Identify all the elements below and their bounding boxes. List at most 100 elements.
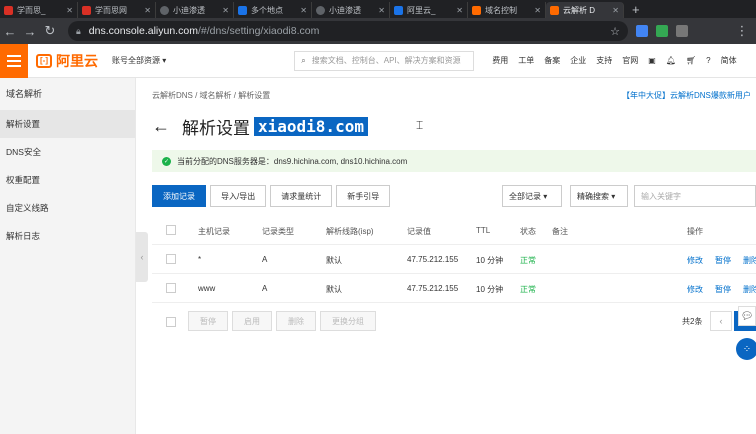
page-title-text: 解析设置	[182, 119, 250, 138]
cell-host: www	[198, 284, 216, 293]
request-stats-button[interactable]: 请求量统计	[270, 185, 333, 207]
edit-link[interactable]: 修改	[687, 255, 703, 266]
extension-icon[interactable]	[676, 25, 688, 37]
breadcrumb: 云解析DNS / 域名解析 / 解析设置	[152, 91, 271, 100]
nav-support[interactable]: 支持	[596, 55, 612, 66]
close-icon[interactable]: ✕	[612, 6, 619, 15]
browser-tab-8[interactable]: 云解析 D ✕	[546, 2, 624, 18]
cart-icon[interactable]: 🛒︎	[686, 56, 696, 65]
tab-label: 学而思网	[95, 5, 127, 15]
back-arrow-icon[interactable]: ←	[152, 116, 170, 137]
edit-link[interactable]: 修改	[687, 284, 703, 295]
tab-label: 云解析 D	[563, 5, 595, 15]
forward-arrow-icon[interactable]: →	[20, 24, 40, 39]
browser-tab-1[interactable]: 学而思_ ✕	[0, 2, 78, 18]
chat-icon[interactable]: 💬︎	[738, 306, 756, 326]
browser-tab-6[interactable]: 阿里云_ ✕	[390, 2, 468, 18]
check-circle-icon: ✓	[162, 156, 171, 166]
nav-official-site[interactable]: 官网	[622, 55, 638, 66]
add-record-button[interactable]: 添加记录	[152, 185, 206, 207]
browser-tab-7[interactable]: 域名控制 ✕	[468, 2, 546, 18]
sidebar-item-dns-settings[interactable]: 解析设置	[0, 110, 135, 138]
sidebar-item-log[interactable]: 解析日志	[0, 222, 135, 250]
search-mode-select[interactable]: 精确搜索 ▾	[570, 185, 628, 207]
tab-label: 小迪渗透	[173, 5, 205, 15]
delete-link[interactable]: 删除	[743, 284, 756, 295]
domain-name: xiaodi8.com	[254, 117, 368, 136]
tab-label: 小迪渗透	[329, 5, 361, 15]
guide-button[interactable]: 新手引导	[336, 185, 391, 207]
prev-page-button[interactable]: ‹	[710, 311, 732, 331]
browser-tab-5[interactable]: 小迪渗透 ✕	[312, 2, 390, 18]
account-resource-dropdown[interactable]: 账号全部资源 ▾	[112, 55, 166, 66]
close-icon[interactable]: ✕	[144, 6, 151, 15]
bulk-enable-button[interactable]: 启用	[232, 311, 272, 331]
chevron-left-icon: ‹	[719, 316, 723, 326]
terminal-icon[interactable]: ▣	[648, 56, 656, 65]
sidebar-collapse-handle[interactable]: ‹	[136, 232, 148, 282]
col-line: 解析线路(isp)	[326, 227, 374, 236]
promo-link[interactable]: 【年中大促】云解析DNS爆款新用户	[622, 90, 751, 101]
language-switch[interactable]: 简体	[721, 55, 737, 66]
close-icon[interactable]: ✕	[378, 6, 385, 15]
chevron-left-icon: ‹	[140, 252, 144, 262]
extension-icon[interactable]	[636, 25, 648, 37]
url-host: dns.console.aliyun.com	[88, 25, 198, 37]
back-arrow-icon[interactable]: ←	[0, 24, 20, 39]
new-tab-button[interactable]: +	[624, 2, 648, 18]
keyword-input[interactable]: 输入关键字	[634, 185, 756, 207]
sidebar-item-dns-security[interactable]: DNS安全	[0, 138, 135, 166]
status-badge: 正常	[520, 285, 536, 294]
tab-favicon-icon	[316, 5, 325, 15]
pause-link[interactable]: 暂停	[715, 255, 731, 266]
menu-kebab-icon[interactable]: ⋮	[732, 23, 752, 39]
url-input[interactable]: 🔒︎ dns.console.aliyun.com/#/dns/setting/…	[68, 21, 628, 41]
nav-ticket[interactable]: 工单	[518, 55, 534, 66]
record-filter-select[interactable]: 全部记录 ▾	[502, 185, 562, 207]
sidebar-item-weight[interactable]: 权重配置	[0, 166, 135, 194]
bulk-delete-button[interactable]: 删除	[276, 311, 316, 331]
bookmark-star-icon[interactable]: ☆	[610, 25, 620, 38]
tab-favicon-icon	[238, 5, 247, 15]
cell-type: A	[262, 255, 268, 264]
nav-enterprise[interactable]: 企业	[570, 55, 586, 66]
close-icon[interactable]: ✕	[456, 6, 463, 15]
cell-line: 默认	[326, 256, 342, 265]
browser-tab-3[interactable]: 小迪渗透 ✕	[156, 2, 234, 18]
bulk-pause-button[interactable]: 暂停	[188, 311, 228, 331]
col-status: 状态	[520, 227, 536, 236]
extension-icon[interactable]	[656, 25, 668, 37]
nav-billing[interactable]: 费用	[492, 55, 508, 66]
apps-grid-icon[interactable]: ⁘	[736, 338, 756, 360]
console-search-input[interactable]: ⌕ 搜索文档、控制台、API、解决方案和资源	[294, 50, 475, 71]
select-all-checkbox[interactable]	[166, 225, 176, 235]
close-icon[interactable]: ✕	[300, 6, 307, 15]
bell-icon[interactable]: 🔔︎	[666, 56, 676, 65]
tab-favicon-icon	[472, 5, 481, 15]
help-icon[interactable]: ?	[706, 56, 710, 65]
browser-tab-2[interactable]: 学而思网 ✕	[78, 2, 156, 18]
aliyun-logo[interactable]: [-] 阿里云	[36, 51, 98, 71]
cell-line: 默认	[326, 285, 342, 294]
import-export-button[interactable]: 导入/导出	[210, 185, 267, 207]
notice-text: 当前分配的DNS服务器是：dns9.hichina.com, dns10.hic…	[177, 156, 408, 166]
hamburger-menu-icon[interactable]	[0, 43, 28, 78]
tab-favicon-icon	[160, 5, 169, 15]
col-host: 主机记录	[198, 227, 230, 236]
sidebar-item-custom-line[interactable]: 自定义线路	[0, 194, 135, 222]
delete-link[interactable]: 删除	[743, 255, 756, 266]
browser-tab-4[interactable]: 多个地点 ✕	[234, 2, 312, 18]
browser-address-bar: ← → ↻ 🔒︎ dns.console.aliyun.com/#/dns/se…	[0, 18, 756, 44]
reload-icon[interactable]: ↻	[40, 23, 60, 39]
close-icon[interactable]: ✕	[66, 6, 73, 15]
close-icon[interactable]: ✕	[534, 6, 541, 15]
footer-select-all-checkbox[interactable]	[166, 317, 176, 327]
table-footer: 暂停 启用 删除 更换分组 共2条 ‹	[152, 311, 756, 333]
nav-icp[interactable]: 备案	[544, 55, 560, 66]
row-checkbox[interactable]	[166, 283, 176, 293]
pause-link[interactable]: 暂停	[715, 284, 731, 295]
change-group-button[interactable]: 更换分组	[320, 311, 376, 331]
close-icon[interactable]: ✕	[222, 6, 229, 15]
row-checkbox[interactable]	[166, 254, 176, 264]
page-title: ← 解析设置 xiaodi8.com	[152, 114, 368, 139]
